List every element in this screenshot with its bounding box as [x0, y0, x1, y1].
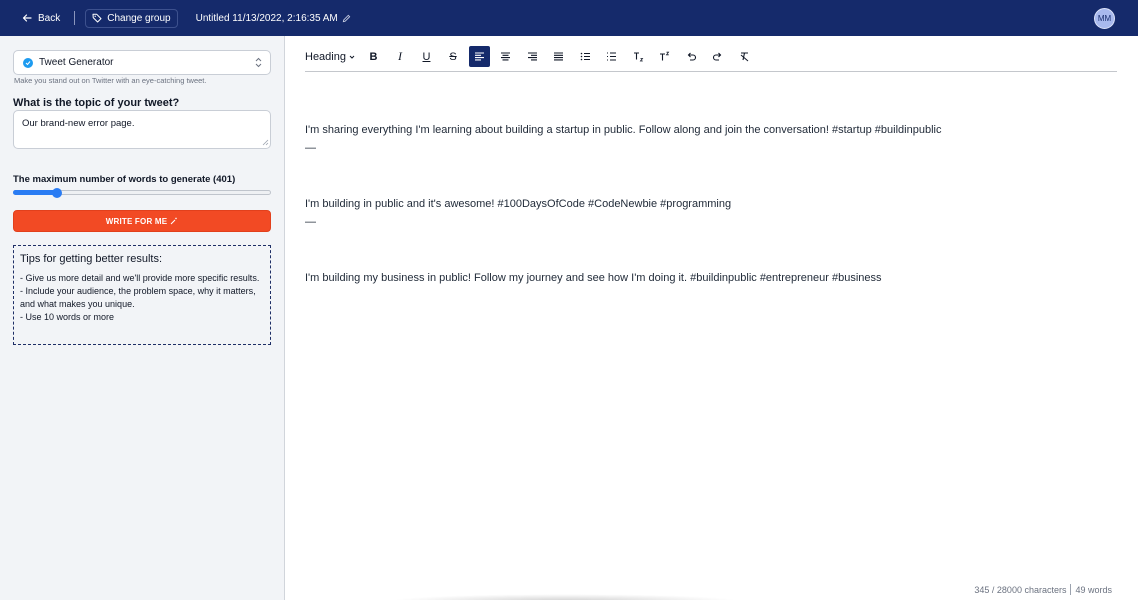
- separator[interactable]: —: [305, 216, 316, 228]
- slider-fill: [13, 190, 57, 195]
- italic-button[interactable]: I: [389, 46, 410, 67]
- superscript-icon: [660, 51, 670, 61]
- tag-icon: [92, 13, 102, 23]
- subscript-button[interactable]: [628, 46, 649, 67]
- tips-box: Tips for getting better results: - Give …: [13, 245, 271, 345]
- chevron-up-down-icon: [255, 57, 262, 68]
- paragraph[interactable]: I'm building in public and it's awesome!…: [305, 198, 731, 210]
- undo-button[interactable]: [681, 46, 702, 67]
- separator[interactable]: —: [305, 142, 316, 154]
- tip-item: - Use 10 words or more: [20, 312, 115, 322]
- redo-icon: [713, 52, 722, 61]
- floating-shadow: [390, 594, 740, 600]
- strikethrough-icon: S: [449, 50, 457, 63]
- divider: [74, 11, 76, 25]
- clear-format-button[interactable]: [734, 46, 755, 67]
- paragraph[interactable]: I'm sharing everything I'm learning abou…: [305, 124, 941, 136]
- bullet-list-icon: [580, 52, 590, 61]
- editor-toolbar: Heading B I U S: [305, 42, 1117, 72]
- magic-wand-icon: [170, 217, 178, 225]
- max-words-slider[interactable]: [13, 188, 271, 198]
- heading-dropdown[interactable]: Heading: [305, 51, 355, 63]
- chevron-down-icon: [349, 55, 355, 59]
- superscript-button[interactable]: [654, 46, 675, 67]
- generator-help-text: Make you stand out on Twitter with an ey…: [14, 76, 207, 85]
- bullet-list-button[interactable]: [575, 46, 596, 67]
- tip-item: - Include your audience, the problem spa…: [20, 286, 256, 309]
- align-right-button[interactable]: [522, 46, 543, 67]
- align-center-icon: [501, 52, 511, 61]
- bold-icon: B: [369, 50, 378, 63]
- redo-button[interactable]: [707, 46, 728, 67]
- paragraph[interactable]: I'm building my business in public! Foll…: [305, 272, 882, 284]
- align-left-button[interactable]: [468, 46, 490, 67]
- strikethrough-button[interactable]: S: [442, 46, 463, 67]
- resize-handle-icon[interactable]: [262, 139, 269, 146]
- numbered-list-icon: [607, 52, 617, 61]
- subscript-icon: [633, 52, 644, 62]
- heading-dropdown-label: Heading: [305, 50, 346, 63]
- numbered-list-button[interactable]: [601, 46, 622, 67]
- topic-label: What is the topic of your tweet?: [13, 97, 180, 109]
- underline-button[interactable]: U: [416, 46, 437, 67]
- slider-thumb[interactable]: [51, 188, 62, 198]
- change-group-label: Change group: [107, 12, 171, 24]
- write-for-me-label: WRITE FOR ME: [105, 216, 168, 226]
- generator-select-value: Tweet Generator: [39, 57, 114, 68]
- document-title-text: Untitled 11/13/2022, 2:16:35 AM: [195, 12, 338, 24]
- sidebar: Tweet Generator Make you stand out on Tw…: [0, 36, 285, 600]
- tips-title: Tips for getting better results:: [20, 253, 163, 265]
- align-center-button[interactable]: [495, 46, 516, 67]
- tip-item: - Give us more detail and we'll provide …: [20, 273, 260, 283]
- align-justify-button[interactable]: [548, 46, 569, 67]
- pencil-icon[interactable]: [342, 14, 351, 23]
- editor-stats: 345 / 28000 characters 49 words: [974, 584, 1112, 595]
- character-count: 345 / 28000 characters: [974, 584, 1067, 595]
- clear-format-icon: [740, 52, 749, 62]
- align-right-icon: [527, 52, 537, 61]
- italic-icon: I: [397, 49, 402, 63]
- document-title[interactable]: Untitled 11/13/2022, 2:16:35 AM: [196, 13, 351, 24]
- bold-button[interactable]: B: [363, 46, 384, 67]
- topic-textarea[interactable]: Our brand-new error page.: [13, 110, 271, 149]
- twitter-icon: [23, 57, 33, 68]
- arrow-left-icon: [22, 14, 32, 22]
- top-bar: Back Change group Untitled 11/13/2022, 2…: [0, 0, 1138, 36]
- back-button[interactable]: Back: [22, 13, 60, 24]
- avatar[interactable]: MM: [1094, 8, 1115, 29]
- generator-select[interactable]: Tweet Generator: [13, 50, 271, 75]
- align-left-icon: [474, 52, 484, 61]
- word-count: 49 words: [1075, 584, 1112, 595]
- max-words-label: The maximum number of words to generate …: [13, 174, 236, 185]
- change-group-button[interactable]: Change group: [85, 8, 178, 28]
- back-label: Back: [38, 12, 61, 24]
- align-justify-icon: [554, 52, 564, 61]
- underline-icon: U: [422, 50, 431, 63]
- write-for-me-button[interactable]: WRITE FOR ME: [13, 210, 271, 232]
- divider: [1070, 584, 1072, 595]
- undo-icon: [687, 52, 697, 61]
